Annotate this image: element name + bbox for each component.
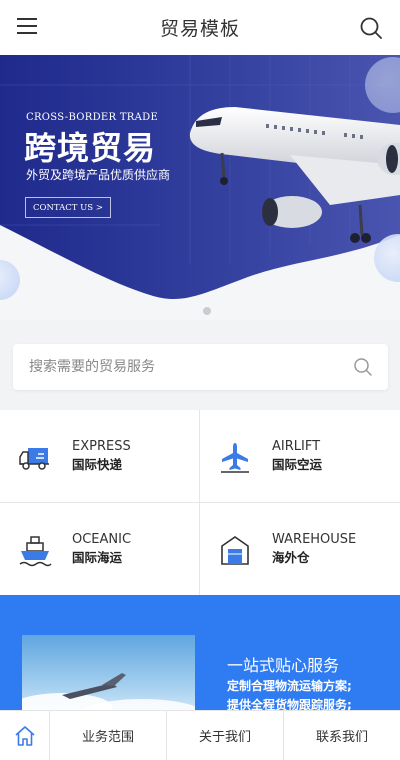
service-cn-label: 国际空运: [272, 457, 323, 472]
search-input[interactable]: [13, 344, 343, 390]
service-text: WAREHOUSE 海外仓: [272, 531, 356, 567]
search-bar: [13, 344, 388, 390]
service-en-label: OCEANIC: [72, 532, 132, 547]
services-grid: EXPRESS 国际快递 AIRLIFT 国际空运 OCEANIC 国际海运 W…: [0, 410, 400, 595]
service-text: OCEANIC 国际海运: [72, 531, 131, 567]
service-cn-label: 国际海运: [72, 550, 123, 565]
service-express[interactable]: EXPRESS 国际快递: [0, 410, 199, 501]
menu-icon[interactable]: [17, 17, 39, 37]
nav-home[interactable]: [0, 711, 50, 760]
carousel-indicator[interactable]: [203, 307, 211, 315]
top-bar: 贸易模板: [0, 0, 400, 55]
banner-art: [0, 55, 400, 300]
service-text: EXPRESS 国际快递: [72, 438, 131, 474]
warehouse-icon: [221, 536, 249, 565]
ship-icon: [19, 536, 52, 567]
service-airlift[interactable]: AIRLIFT 国际空运: [200, 410, 399, 501]
banner-eyebrow: CROSS-BORDER TRADE: [26, 112, 159, 123]
nav-business-scope[interactable]: 业务范围: [50, 711, 167, 760]
home-icon: [14, 726, 35, 746]
contact-us-button[interactable]: CONTACT US >: [25, 197, 111, 218]
service-en-label: AIRLIFT: [272, 439, 321, 454]
hero-banner[interactable]: CROSS-BORDER TRADE 跨境贸易 外贸及跨境产品优质供应商 CON…: [0, 55, 400, 320]
search-icon[interactable]: [359, 16, 383, 40]
feature-heading: 一站式贴心服务: [227, 656, 340, 675]
service-en-label: WAREHOUSE: [272, 532, 357, 547]
banner-subtitle: 外贸及跨境产品优质供应商: [26, 168, 171, 182]
page: 贸易模板 CROSS-BORDER TRADE 跨境贸易 外贸及跨境产品优质供应…: [0, 0, 400, 760]
service-oceanic[interactable]: OCEANIC 国际海运: [0, 503, 199, 594]
nav-contact-us[interactable]: 联系我们: [284, 711, 400, 760]
service-cn-label: 国际快递: [72, 457, 123, 472]
search-icon[interactable]: [353, 357, 373, 377]
nav-about-us[interactable]: 关于我们: [167, 711, 284, 760]
airplane-icon: [221, 443, 249, 473]
service-warehouse[interactable]: WAREHOUSE 海外仓: [200, 503, 399, 594]
banner-headline: 跨境贸易: [24, 129, 157, 167]
bottom-nav: 业务范围 关于我们 联系我们: [0, 710, 400, 760]
feature-line: 定制合理物流运输方案;: [227, 679, 352, 693]
truck-icon: [19, 448, 49, 470]
service-text: AIRLIFT 国际空运: [272, 438, 322, 474]
service-en-label: EXPRESS: [72, 439, 131, 454]
service-cn-label: 海外仓: [272, 550, 310, 565]
page-title: 贸易模板: [159, 18, 240, 40]
